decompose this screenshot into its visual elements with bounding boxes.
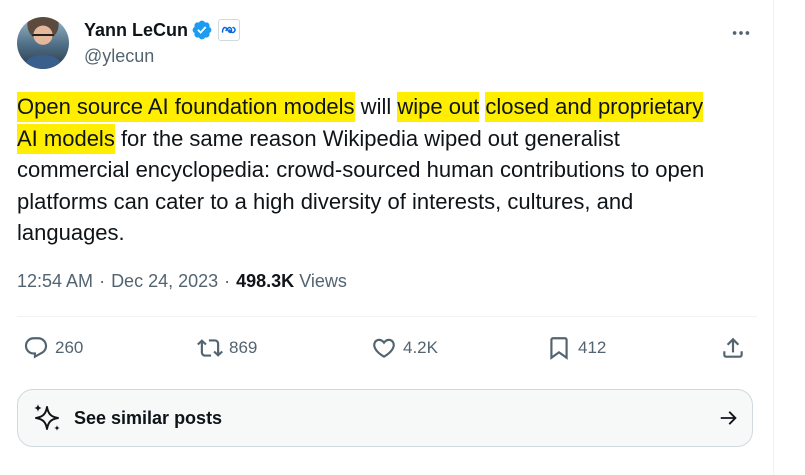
- author-handle[interactable]: @ylecun: [84, 46, 154, 67]
- verified-badge-icon[interactable]: [191, 19, 213, 41]
- avatar-glasses: [32, 34, 54, 41]
- reply-icon: [24, 337, 48, 359]
- highlighted-text: wipe out: [397, 92, 480, 122]
- more-options-button[interactable]: [728, 20, 754, 46]
- like-button[interactable]: 4.2K: [371, 333, 438, 363]
- more-icon: [732, 31, 750, 35]
- reply-button[interactable]: 260: [23, 333, 83, 363]
- highlighted-text: AI models: [17, 123, 115, 154]
- like-count: 4.2K: [403, 338, 438, 357]
- tweet-meta: 12:54 AM · Dec 24, 2023 · 498.3K Views: [17, 271, 347, 292]
- avatar-shirt: [25, 55, 61, 69]
- views-label[interactable]: Views: [299, 271, 347, 292]
- arrow-right-icon: [720, 411, 737, 425]
- views-count[interactable]: 498.3K: [236, 271, 294, 292]
- tweet-text-line: platforms can cater to a high diversity …: [17, 186, 762, 218]
- bookmark-button[interactable]: 412: [546, 333, 606, 363]
- meta-separator: ·: [224, 271, 231, 291]
- repost-button[interactable]: 869: [197, 333, 257, 363]
- tweet-text-segment: platforms can cater to a high diversity …: [17, 188, 634, 214]
- tweet-text-segment: commercial encyclopedia: crowd-sourced h…: [17, 157, 705, 182]
- repost-icon: [197, 339, 223, 357]
- see-similar-posts-label: See similar posts: [74, 407, 223, 428]
- tweet-text-line: commercial encyclopedia: crowd-sourced h…: [17, 154, 762, 186]
- highlighted-text: Open source AI foundation models: [17, 92, 355, 122]
- timeline-border: [773, 0, 774, 475]
- repost-count: 869: [229, 338, 258, 357]
- bookmark-count: 412: [578, 338, 607, 357]
- tweet-text-segment: languages.: [17, 220, 125, 245]
- author-name-row: Yann LeCun: [84, 18, 241, 42]
- tweet-text-line: AI models for the same reason Wikipedia …: [17, 123, 762, 155]
- tweet-date[interactable]: Dec 24, 2023: [111, 271, 218, 292]
- share-icon: [723, 337, 743, 358]
- meta-separator: ·: [99, 271, 106, 291]
- avatar[interactable]: [17, 17, 69, 69]
- bookmark-icon: [550, 337, 568, 360]
- sparkle-icon: [34, 404, 60, 431]
- tweet-text-line: Open source AI foundation models will wi…: [17, 91, 762, 123]
- tweet-time[interactable]: 12:54 AM: [17, 271, 93, 292]
- highlighted-text: closed and proprietary: [485, 92, 704, 122]
- display-name[interactable]: Yann LeCun: [84, 20, 188, 41]
- divider: [17, 316, 757, 317]
- tweet-text-line: languages.: [17, 217, 762, 249]
- meta-logo-icon: [221, 26, 236, 34]
- tweet-text-segment: for the same reason Wikipedia wiped out …: [114, 125, 620, 151]
- affiliation-badge[interactable]: [218, 19, 241, 41]
- tweet-text-segment: will: [354, 94, 398, 119]
- see-similar-posts-button[interactable]: See similar posts: [17, 389, 753, 447]
- reply-count: 260: [55, 338, 84, 357]
- heart-icon: [373, 338, 395, 358]
- tweet-text: Open source AI foundation models will wi…: [17, 91, 762, 249]
- share-button[interactable]: [720, 333, 746, 363]
